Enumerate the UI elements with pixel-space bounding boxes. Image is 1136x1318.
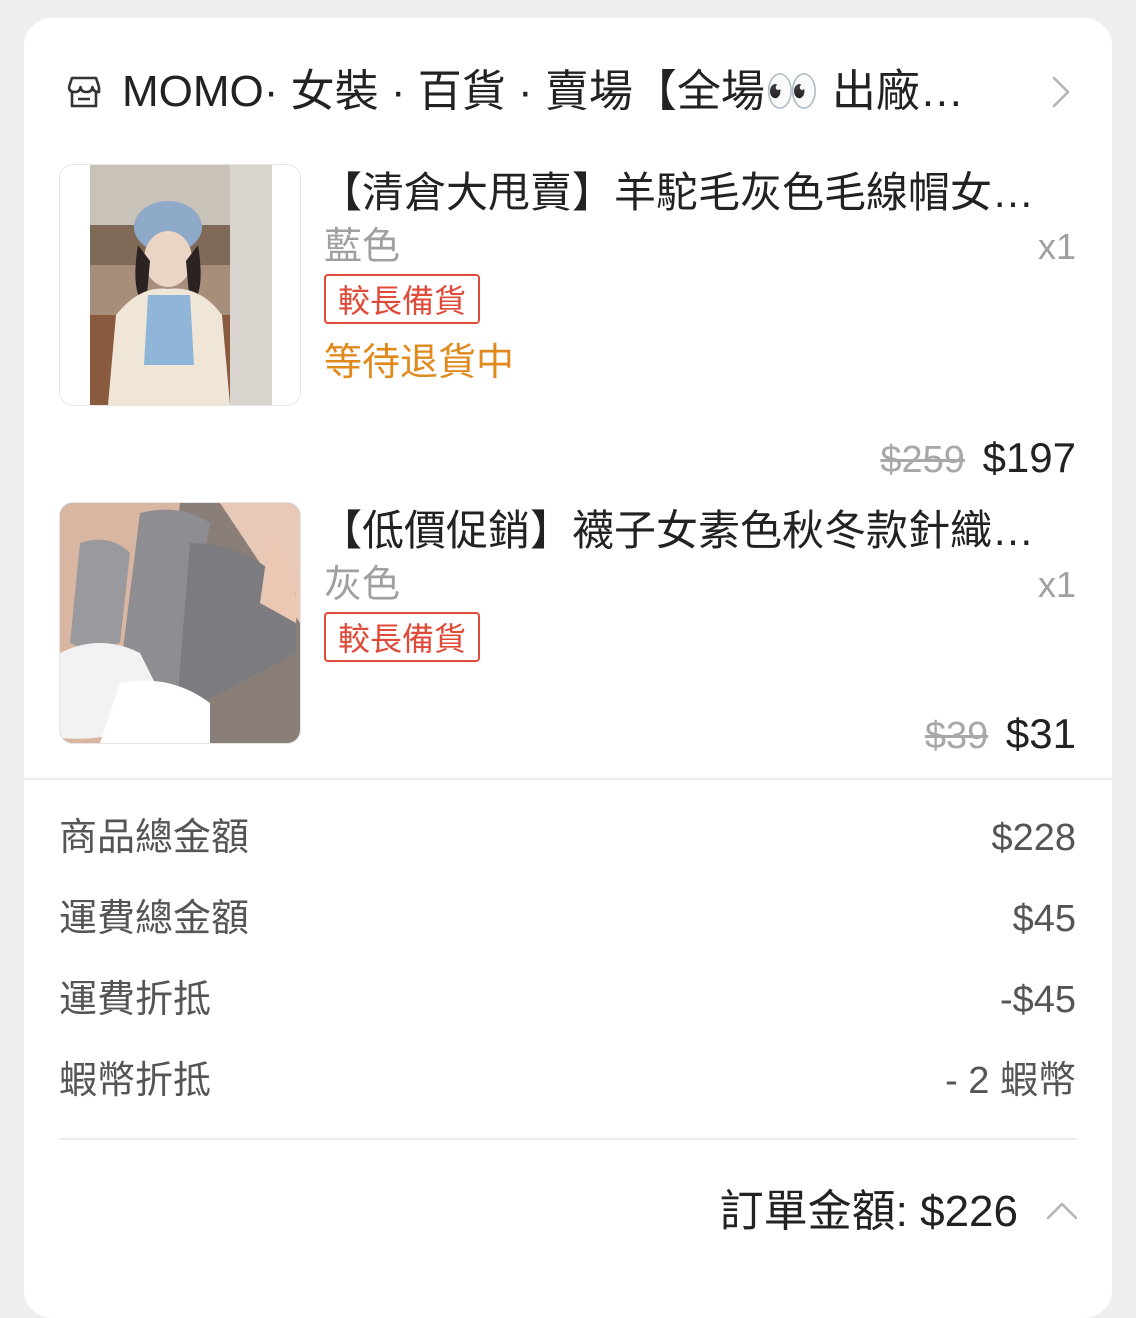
order-item[interactable]: 【清倉大甩賣】羊駝毛灰色毛線帽女… 藍色 x1 較長備貨 等待退貨中 $259 … [24, 164, 1112, 481]
original-price: $259 [880, 439, 965, 481]
summary-label: 運費總金額 [59, 898, 250, 940]
summary-label: 運費折抵 [59, 979, 212, 1021]
summary-divider [59, 1138, 1077, 1140]
product-variant: 藍色 [324, 226, 401, 268]
chevron-right-icon[interactable] [1050, 72, 1074, 112]
order-card: MOMO· 女裝 · 百貨 · 賣場【全場👀 出廠… 【清倉大甩賣】羊駝毛灰色毛… [24, 18, 1112, 1318]
order-total-label: 訂單金額: [719, 1187, 921, 1236]
summary-row-shipping: 運費總金額 $45 [59, 891, 1076, 947]
return-status: 等待退貨中 [324, 342, 515, 384]
summary-label: 商品總金額 [59, 817, 250, 859]
shop-name[interactable]: MOMO· 女裝 · 百貨 · 賣場【全場👀 出廠… [122, 64, 1002, 120]
summary-value: $228 [991, 817, 1076, 859]
preorder-badge: 較長備貨 [324, 274, 481, 324]
original-price: $39 [924, 715, 989, 757]
product-quantity: x1 [1037, 564, 1076, 605]
chevron-up-icon[interactable] [1044, 1198, 1080, 1222]
price-row: $259 $197 [880, 430, 1076, 488]
product-variant: 灰色 [324, 564, 401, 606]
order-total-value: $226 [920, 1187, 1018, 1236]
summary-row-shipping-discount: 運費折抵 -$45 [59, 972, 1076, 1028]
summary-value: $45 [1012, 898, 1076, 940]
summary-value: - 2 蝦幣 [945, 1060, 1076, 1102]
final-price: $197 [982, 434, 1076, 481]
final-price: $31 [1005, 710, 1076, 757]
product-title[interactable]: 【清倉大甩賣】羊駝毛灰色毛線帽女… [320, 166, 1076, 220]
product-title[interactable]: 【低價促銷】襪子女素色秋冬款針織… [320, 504, 1076, 558]
summary-row-subtotal: 商品總金額 $228 [59, 810, 1076, 866]
shop-icon [64, 72, 104, 112]
product-image[interactable] [59, 164, 301, 406]
shop-header[interactable]: MOMO· 女裝 · 百貨 · 賣場【全場👀 出廠… [24, 62, 1112, 122]
price-row: $39 $31 [925, 706, 1076, 764]
summary-label: 蝦幣折抵 [59, 1060, 212, 1102]
order-total[interactable]: 訂單金額: $226 [720, 1182, 1018, 1242]
order-item[interactable]: 【低價促銷】襪子女素色秋冬款針織… 灰色 x1 較長備貨 $39 $31 [24, 502, 1112, 802]
preorder-badge: 較長備貨 [324, 612, 481, 662]
section-divider [24, 778, 1112, 780]
product-image[interactable] [59, 502, 301, 744]
product-quantity: x1 [1037, 226, 1076, 267]
summary-value: -$45 [999, 979, 1076, 1021]
summary-row-coin-discount: 蝦幣折抵 - 2 蝦幣 [59, 1053, 1076, 1109]
